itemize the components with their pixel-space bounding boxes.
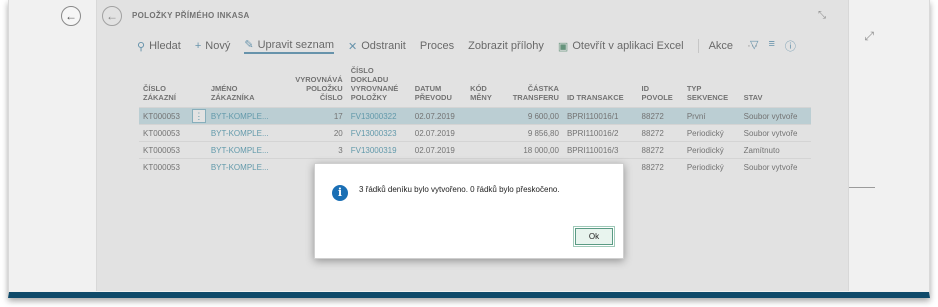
expand-icon[interactable]: ⤢ <box>864 29 874 44</box>
message-dialog: i 3 řádků deníku bylo vytvořeno. 0 řádků… <box>314 163 624 259</box>
dialog-message: 3 řádků deníku bylo vytvořeno. 0 řádků b… <box>359 185 560 194</box>
ok-button[interactable]: Ok <box>573 226 615 247</box>
info-icon: i <box>332 185 348 201</box>
outer-divider <box>849 187 875 188</box>
outer-back-button[interactable]: ← <box>61 6 81 26</box>
screen: ← ⤢ ← POLOŽKY PŘÍMÉHO INKASA ⤡ ⚲ Hledat +… <box>0 0 938 307</box>
